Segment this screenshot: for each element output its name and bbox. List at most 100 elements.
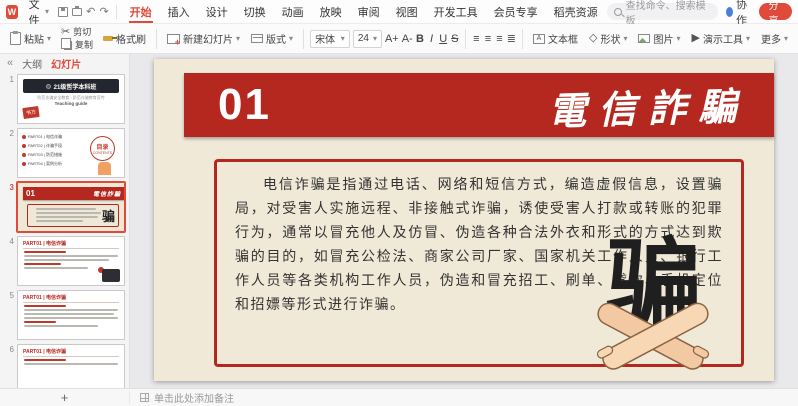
slide-number: 6: [0, 344, 14, 388]
slide-thumbnail-2[interactable]: PART01 | 电信诈骗 PART02 | 诈骗手段 PART03 | 防范措…: [17, 128, 125, 178]
chevron-down-icon: ▾: [236, 35, 240, 43]
collab-icon: [726, 7, 733, 17]
layout-icon: [251, 34, 263, 43]
tab-slideshow[interactable]: 放映: [313, 0, 349, 23]
shape-button[interactable]: ◇ 形状 ▾: [585, 29, 631, 48]
tab-insert[interactable]: 插入: [161, 0, 197, 23]
slide-panel-header: « 大纲 幻灯片: [0, 54, 129, 72]
list-item: 4 PART01 | 电信诈骗: [0, 236, 125, 286]
file-menu[interactable]: 文件 ▾: [23, 2, 55, 22]
demo-tools-button[interactable]: ▶ 演示工具 ▾: [687, 29, 753, 48]
underline-button[interactable]: U: [439, 33, 448, 45]
add-slide-zone: +: [0, 391, 130, 404]
redo-icon[interactable]: ↷: [99, 5, 108, 18]
slide-number: 1: [0, 74, 14, 124]
slide-thumbnail-6[interactable]: PART01 | 电信诈骗: [17, 344, 125, 388]
bullet-icon: [22, 162, 26, 166]
chevron-down-icon: ▾: [623, 35, 627, 43]
cartoon-figure: [98, 162, 111, 175]
red-seal-stamp: 书方: [22, 106, 39, 119]
slide-thumbnail-4[interactable]: PART01 | 电信诈骗: [17, 236, 125, 286]
cut-button[interactable]: ✂ 剪切: [58, 26, 96, 38]
picture-button[interactable]: 图片 ▾: [634, 29, 684, 48]
slide-canvas[interactable]: 01 電信詐騙 电信诈骗是指通过电话、网络和短信方式，编造虚假信息，设置骗局，对…: [130, 54, 798, 388]
collapse-panel-icon[interactable]: «: [7, 57, 13, 69]
slide-thumbnail-1[interactable]: 21级哲学本科班 防范诈骗安全教育 · 防范诈骗教育宣传 Teaching gu…: [17, 74, 125, 124]
tab-animation[interactable]: 动画: [275, 0, 311, 23]
current-slide[interactable]: 01 電信詐騙 电信诈骗是指通过电话、网络和短信方式，编造虚假信息，设置骗局，对…: [154, 59, 774, 381]
contents-badge: 目录 CONTENTS: [90, 136, 115, 161]
copy-button[interactable]: 复制: [58, 39, 96, 51]
format-painter-button[interactable]: 格式刷: [99, 29, 150, 48]
tab-slides[interactable]: 幻灯片: [51, 56, 81, 71]
font-name-select[interactable]: 宋体 ▾: [310, 30, 350, 48]
undo-icon[interactable]: ↶: [86, 5, 95, 18]
chevron-down-icon: ▾: [676, 35, 680, 43]
tab-docer[interactable]: 稻壳资源: [547, 0, 605, 23]
chevron-down-icon: ▾: [373, 35, 377, 43]
new-slide-button[interactable]: 新建幻灯片 ▾: [163, 29, 244, 48]
align-right-button[interactable]: ≡: [495, 33, 504, 45]
strikethrough-button[interactable]: S: [450, 33, 459, 45]
bullet-icon: [22, 144, 26, 148]
italic-button[interactable]: I: [427, 33, 436, 45]
divider: [303, 29, 304, 49]
slide-thumbnail-3-selected[interactable]: 01 電信詐騙 骗: [17, 182, 125, 232]
shape-icon: ◇: [589, 33, 597, 44]
paste-icon: [10, 32, 21, 45]
tab-outline[interactable]: 大纲: [22, 56, 42, 71]
decrease-font-button[interactable]: A-: [402, 33, 413, 45]
wps-logo: W: [6, 5, 18, 19]
divider: [116, 5, 117, 19]
align-center-button[interactable]: ≡: [484, 33, 493, 45]
tab-home[interactable]: 开始: [123, 0, 159, 23]
more-button[interactable]: 更多 ▾: [757, 29, 792, 48]
chevron-down-icon: ▾: [47, 35, 51, 43]
chevron-down-icon: ▾: [784, 35, 788, 43]
notes-bar[interactable]: 单击此处添加备注: [130, 390, 234, 405]
tab-devtools[interactable]: 开发工具: [427, 0, 485, 23]
slide-number: 2: [0, 128, 14, 178]
slide-panel: « 大纲 幻灯片 1 21级哲学本科班 防范诈骗安全教育 · 防范诈骗教育宣传 …: [0, 54, 130, 388]
search-input[interactable]: 查找命令、搜索模板: [607, 3, 718, 20]
increase-font-button[interactable]: A+: [385, 33, 399, 45]
line-spacing-button[interactable]: ≣: [507, 32, 516, 45]
wps-presentation-app: W 文件 ▾ ↶ ↷ 开始 插入 设计 切换 动画 放映 审阅 视图 开发工具 …: [0, 0, 798, 406]
save-icon[interactable]: [58, 5, 68, 18]
tab-design[interactable]: 设计: [199, 0, 235, 23]
add-slide-button[interactable]: +: [51, 391, 79, 404]
align-left-button[interactable]: ≡: [472, 33, 481, 45]
list-item: 3 01 電信詐騙 骗: [0, 182, 125, 232]
notes-grid-icon: [140, 393, 149, 402]
tab-transition[interactable]: 切换: [237, 0, 273, 23]
slide-thumbnail-5[interactable]: PART01 | 电信诈骗: [17, 290, 125, 340]
ribbon-toolbar: 粘贴 ▾ ✂ 剪切 复制 格式刷 新建幻灯片 ▾ 版式 ▾: [0, 24, 798, 54]
bottom-bar: + 单击此处添加备注: [0, 388, 798, 406]
chevron-down-icon: ▾: [45, 8, 49, 16]
crossed-hands-illustration[interactable]: [590, 297, 716, 379]
search-icon: [614, 8, 622, 16]
print-icon[interactable]: [72, 5, 82, 18]
scissors-icon: ✂: [61, 27, 70, 38]
slide-number: 3: [0, 182, 14, 232]
textbox-icon: A: [533, 34, 545, 44]
mini-banner: 01 電信詐騙: [23, 187, 124, 200]
tab-view[interactable]: 视图: [389, 0, 425, 23]
textbox-button[interactable]: A 文本框: [529, 29, 582, 48]
thumbnail-list: 1 21级哲学本科班 防范诈骗安全教育 · 防范诈骗教育宣传 Teaching …: [0, 72, 129, 388]
layout-button[interactable]: 版式 ▾: [247, 29, 297, 48]
play-icon: ▶: [691, 33, 699, 44]
slide-number: 5: [0, 290, 14, 340]
bullet-icon: [22, 135, 26, 139]
tab-member[interactable]: 会员专享: [487, 0, 545, 23]
slide-banner[interactable]: 01 電信詐騙: [184, 73, 774, 137]
new-slide-icon: [167, 34, 180, 44]
font-size-select[interactable]: 24 ▾: [353, 30, 382, 48]
picture-icon: [638, 34, 650, 43]
tab-review[interactable]: 审阅: [351, 0, 387, 23]
bold-button[interactable]: B: [416, 33, 425, 45]
bullet-icon: [22, 153, 26, 157]
paste-button[interactable]: 粘贴 ▾: [6, 29, 55, 48]
share-button[interactable]: 分享: [759, 3, 792, 20]
list-item: 6 PART01 | 电信诈骗: [0, 344, 125, 388]
